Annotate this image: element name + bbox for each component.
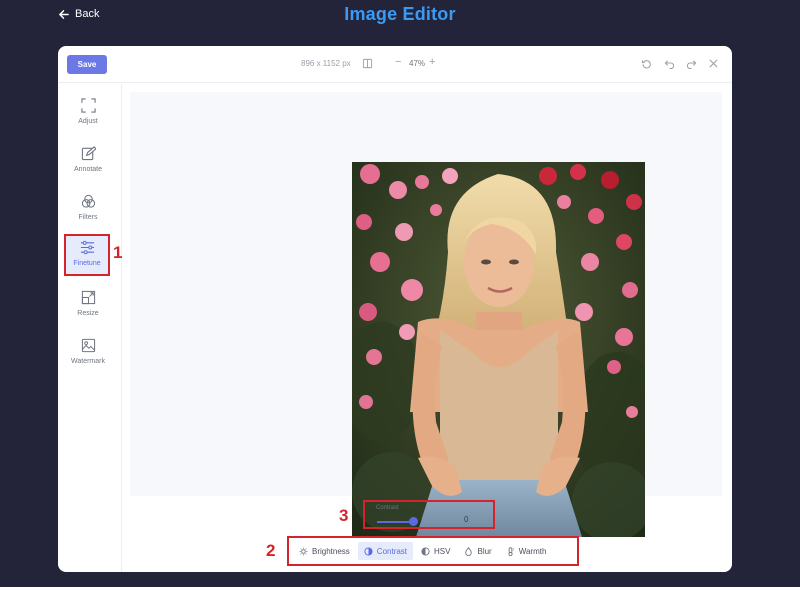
sun-icon: [299, 546, 308, 556]
tab-blur[interactable]: Blur: [458, 542, 497, 560]
sidebar-item-label: Watermark: [71, 358, 105, 365]
portrait-photo: [352, 162, 645, 537]
tab-contrast[interactable]: Contrast: [357, 542, 414, 560]
top-bar: Back Image Editor: [0, 0, 800, 40]
compare-icon[interactable]: [362, 58, 373, 69]
page-title: Image Editor: [344, 4, 456, 24]
undo-icon[interactable]: [664, 58, 675, 69]
photo-preview: [352, 162, 645, 537]
tab-hsv[interactable]: HSV: [415, 542, 456, 560]
zoom-in-button[interactable]: +: [429, 56, 435, 68]
zoom-level: 47%: [409, 59, 426, 68]
finetune-tabs-highlight: Brightness Contrast HSV Blur Warmth: [287, 536, 579, 566]
tab-brightness[interactable]: Brightness: [293, 542, 356, 560]
redo-icon[interactable]: [686, 58, 697, 69]
sidebar-item-adjust[interactable]: Adjust: [66, 94, 110, 134]
annotation-marker-2: 2: [266, 541, 276, 560]
hsv-icon: [421, 546, 430, 556]
sidebar-item-label: Resize: [77, 310, 99, 317]
sidebar-item-label: Annotate: [73, 166, 103, 173]
contrast-slider-track[interactable]: [377, 521, 413, 523]
drop-icon: [465, 546, 473, 556]
pencil-icon: [81, 146, 96, 161]
sidebar-item-label: Adjust: [78, 118, 98, 125]
crop-icon: [80, 98, 96, 113]
thermometer-icon: [508, 546, 514, 556]
reset-icon[interactable]: [641, 58, 652, 69]
sidebar-item-label: Finetune: [73, 260, 101, 267]
sidebar-item-filters[interactable]: Filters: [66, 190, 110, 230]
editor-window: Save 896 x 1152 px − 47% + Adjust Annota…: [58, 46, 732, 572]
image-dimensions: 896 x 1152 px: [301, 59, 351, 68]
resize-icon: [81, 290, 95, 305]
zoom-out-button[interactable]: −: [395, 56, 401, 68]
filters-icon: [81, 194, 95, 208]
annotation-marker-3: 3: [339, 506, 349, 525]
tab-label: Brightness: [312, 546, 350, 556]
image-canvas: [130, 92, 722, 537]
sidebar-item-watermark[interactable]: Watermark: [66, 334, 110, 374]
image-icon: [81, 338, 95, 353]
close-icon[interactable]: [708, 58, 719, 69]
sidebar-item-resize[interactable]: Resize: [66, 286, 110, 326]
sidebar-item-annotate[interactable]: Annotate: [66, 142, 110, 182]
tab-warmth[interactable]: Warmth: [500, 542, 553, 560]
editor-toolbar: Save 896 x 1152 px − 47% +: [58, 46, 732, 83]
tab-label: Blur: [477, 546, 492, 556]
sliders-icon: [80, 240, 94, 255]
sidebar-item-finetune[interactable]: Finetune: [64, 234, 110, 276]
contrast-slider-thumb[interactable]: [409, 517, 418, 526]
tool-sidebar: Adjust Annotate Filters Finetune Resize …: [58, 84, 122, 572]
tab-label: Contrast: [376, 546, 408, 556]
tab-label: Warmth: [518, 546, 547, 556]
contrast-control-label: Contrast: [376, 505, 399, 511]
contrast-value: 0: [464, 515, 469, 524]
contrast-icon: [364, 546, 373, 556]
sidebar-item-label: Filters: [78, 214, 98, 221]
contrast-control-highlight: Contrast 0: [363, 500, 495, 529]
tab-label: HSV: [434, 546, 451, 556]
save-button[interactable]: Save: [67, 55, 107, 74]
annotation-marker-1: 1: [113, 243, 123, 262]
